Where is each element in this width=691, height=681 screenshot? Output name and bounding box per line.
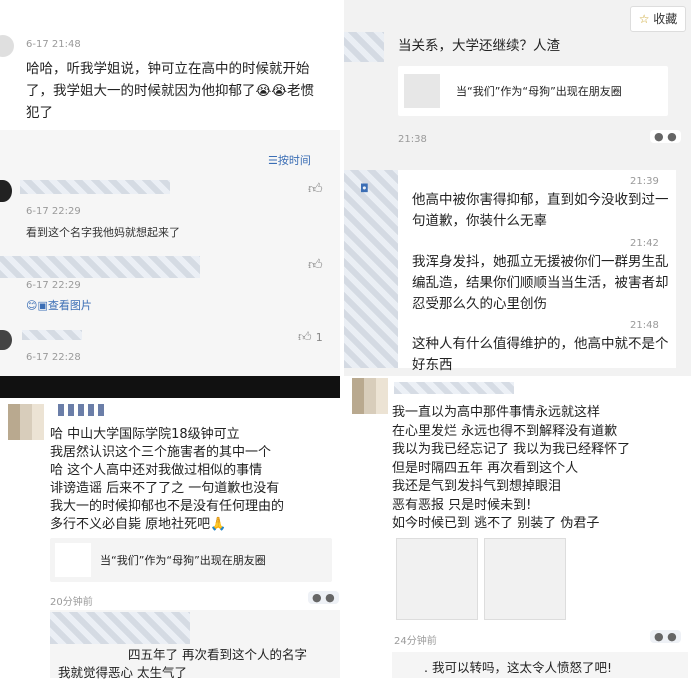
comment-icon: ◘ bbox=[360, 182, 369, 195]
message-text: 我浑身发抖，她孤立无援被你们一群男生乱编乱造，结果你们顺顺当当生活，被害者却忍受… bbox=[412, 254, 669, 312]
link-card[interactable]: 当“我们”作为“母狗”出现在朋友圈 bbox=[398, 66, 668, 116]
avatar[interactable] bbox=[344, 170, 398, 368]
emoji-icon: 😊 bbox=[26, 299, 38, 312]
post-line: 但是时隔四五年 再次看到这个人 bbox=[392, 460, 579, 476]
comment-time: 6-17 22:28 bbox=[26, 352, 81, 363]
comment-text: . 我可以转吗，这太令人愤怒了吧! bbox=[424, 660, 612, 675]
username-redacted bbox=[394, 382, 514, 394]
time-separator: 21:38 bbox=[398, 134, 427, 145]
post-image[interactable] bbox=[396, 538, 478, 620]
avatar[interactable] bbox=[344, 32, 384, 62]
bookmark-label: 收藏 bbox=[653, 12, 678, 26]
more-dots-icon: ● ● bbox=[654, 630, 677, 643]
post-line: 多行不义必自毙 原地社死吧🙏 bbox=[50, 517, 227, 532]
avatar[interactable] bbox=[352, 378, 388, 414]
message-time: 21:42 bbox=[630, 238, 659, 249]
divider bbox=[0, 376, 345, 398]
link-card[interactable]: 当“我们”作为“母狗”出现在朋友圈 bbox=[50, 538, 332, 582]
post-time: 6-17 21:48 bbox=[26, 39, 81, 50]
thumbs-up-icon: 👍︎ bbox=[298, 330, 312, 345]
sort-button[interactable]: ☰按时间 bbox=[268, 152, 311, 168]
post-line: 哈 这个人高中还对我做过相似的事情 bbox=[50, 463, 263, 478]
comment-text: 四五年了 再次看到这个人的名字 bbox=[128, 647, 307, 662]
top-right-panel: 当关系，大学还继续？人渣 ☆ 收藏 当“我们”作为“母狗”出现在朋友圈 21:3… bbox=[344, 0, 691, 376]
link-title: 当“我们”作为“母狗”出现在朋友圈 bbox=[456, 85, 622, 98]
comment-text: 我就觉得恶心 太生气了 bbox=[58, 665, 187, 680]
avatar[interactable] bbox=[0, 35, 14, 57]
chat-text: 当关系，大学还继续？人渣 bbox=[398, 38, 560, 54]
username-redacted bbox=[20, 180, 170, 194]
bottom-right-panel: 我一直以为高中那件事情永远就这样 在心里发烂 永远也得不到解释没有道歉 我以为我… bbox=[344, 376, 691, 678]
username-redacted bbox=[58, 404, 108, 416]
view-images-link[interactable]: 😊▣查看图片 bbox=[26, 297, 92, 313]
comment-time: 6-17 22:29 bbox=[26, 280, 81, 291]
more-dots-icon: ● ● bbox=[312, 591, 335, 604]
star-icon: ☆ bbox=[638, 12, 650, 26]
post-line: 我一直以为高中那件事情永远就这样 bbox=[392, 405, 601, 420]
link-thumbnail bbox=[55, 543, 91, 577]
comment-text: 看到这个名字我他妈就想起来了 bbox=[26, 226, 180, 239]
username-redacted bbox=[22, 330, 82, 340]
post-text: 我一直以为高中那件事情永远就这样 在心里发烂 永远也得不到解释没有道歉 我以为我… bbox=[392, 404, 688, 534]
post-line: 哈 中山大学国际学院18级钟可立 bbox=[50, 427, 240, 442]
bookmark-button[interactable]: ☆ 收藏 bbox=[630, 6, 686, 32]
bottom-left-panel: 哈 中山大学国际学院18级钟可立 我居然认识这个三个施害者的其中一个 哈 这个人… bbox=[0, 398, 340, 680]
sort-icon: ☰ bbox=[268, 154, 278, 167]
post-line: 我还是气到发抖气到想掉眼泪 bbox=[392, 479, 562, 494]
image-icon: ▣ bbox=[37, 299, 48, 312]
like-count: 1 bbox=[315, 331, 323, 344]
more-button[interactable]: ● ● bbox=[650, 630, 681, 643]
top-left-panel: 6-17 21:48 哈哈，听我学姐说，钟可立在高中的时候就开始了，我学姐大一的… bbox=[0, 30, 340, 378]
message-time: 21:39 bbox=[630, 176, 659, 187]
username-redacted bbox=[50, 612, 190, 644]
post-line: 诽谤造谣 后来不了了之 一句道歉也没有 bbox=[50, 481, 280, 496]
post-line: 恶有恶报 只是时候未到! bbox=[392, 497, 532, 513]
link-thumbnail bbox=[404, 74, 440, 108]
post-image[interactable] bbox=[484, 538, 566, 620]
post-line: 我大一的时候抑郁也不是没有任何理由的 bbox=[50, 499, 285, 514]
like-button[interactable]: 👍︎ bbox=[308, 256, 323, 273]
message-text: 他高中被你害得抑郁，直到如今没收到过一句道歉，你装什么无辜 bbox=[412, 192, 669, 229]
message-time: 21:48 bbox=[630, 320, 659, 331]
post-time: 20分钟前 bbox=[50, 597, 93, 608]
post-line: 如今时候已到 逃不了 别装了 伪君子 bbox=[392, 516, 600, 531]
thumbs-up-icon: 👍︎ bbox=[308, 257, 323, 273]
post-time: 24分钟前 bbox=[394, 636, 437, 647]
view-images-label: 查看图片 bbox=[47, 299, 92, 312]
username-redacted bbox=[0, 256, 200, 278]
post-text: 哈 中山大学国际学院18级钟可立 我居然认识这个三个施害者的其中一个 哈 这个人… bbox=[50, 426, 340, 534]
comment-time: 6-17 22:29 bbox=[26, 206, 81, 217]
like-button[interactable]: 👍︎ 1 bbox=[298, 330, 323, 345]
more-button[interactable]: ● ● bbox=[650, 130, 681, 143]
more-dots-icon: ● ● bbox=[654, 130, 677, 143]
avatar[interactable] bbox=[8, 404, 44, 440]
post-line: 在心里发烂 永远也得不到解释没有道歉 bbox=[392, 423, 618, 439]
post-text: 哈哈，听我学姐说，钟可立在高中的时候就开始了，我学姐大一的时候就因为他抑郁了😭😭… bbox=[26, 61, 315, 121]
sort-label: 按时间 bbox=[277, 154, 311, 167]
more-button[interactable]: ● ● bbox=[308, 591, 339, 604]
message-text: 这种人有什么值得维护的，他高中就不是个好东西 bbox=[412, 336, 669, 373]
link-title: 当“我们”作为“母狗”出现在朋友圈 bbox=[100, 554, 266, 567]
like-button[interactable]: 👍︎ bbox=[308, 180, 323, 197]
post-line: 我居然认识这个三个施害者的其中一个 bbox=[50, 445, 272, 460]
post-line: 我以为我已经忘记了 我以为我已经释怀了 bbox=[392, 442, 631, 457]
thumbs-up-icon: 👍︎ bbox=[308, 181, 323, 197]
